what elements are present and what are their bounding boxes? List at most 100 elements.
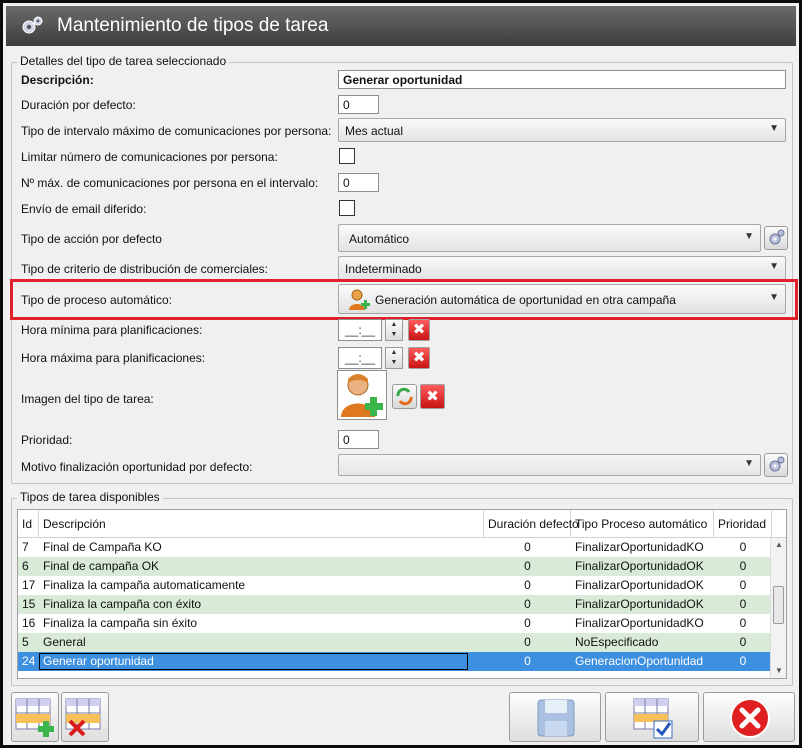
gear-icon: [769, 229, 785, 245]
cell-prio: 0: [739, 559, 747, 573]
cell-tipo: FinalizarOportunidadOK: [575, 597, 704, 611]
vertical-scrollbar[interactable]: ▲ ▼: [770, 538, 786, 678]
cell-prio: 0: [739, 635, 747, 649]
tipo-intervalo-value: Mes actual: [345, 124, 404, 138]
cell-desc: Finaliza la campaña con éxito: [43, 597, 202, 611]
delete-row-button[interactable]: [61, 692, 109, 742]
table-row[interactable]: 7 Final de Campaña KO 0 FinalizarOportunida…: [18, 538, 772, 557]
tipo-proceso-select[interactable]: Generación automática de oportunidad en …: [338, 284, 786, 314]
table-header: Id Descripción Duración defecto Tipo Pro…: [18, 510, 786, 538]
task-type-image: [337, 370, 387, 420]
cell-prio: 0: [739, 540, 747, 554]
cell-prio: 0: [739, 654, 747, 668]
cell-dur: 0: [524, 597, 531, 611]
chevron-down-icon: ▼: [769, 292, 779, 303]
cell-dur: 0: [524, 559, 531, 573]
cell-prio: 0: [739, 616, 747, 630]
spin-down-icon[interactable]: ▼: [386, 330, 402, 340]
cell-tipo: FinalizarOportunidadOK: [575, 559, 704, 573]
hora-min-field[interactable]: __:__: [338, 319, 382, 341]
tipo-criterio-label: Tipo de criterio de distribución de come…: [21, 262, 269, 276]
add-row-button[interactable]: [11, 692, 59, 742]
motivo-select[interactable]: ▼: [338, 454, 761, 476]
accept-button[interactable]: [605, 692, 699, 742]
tipo-intervalo-label: Tipo de intervalo máximo de comunicacion…: [21, 124, 332, 138]
tipo-proceso-value: Generación automática de oportunidad en …: [375, 293, 676, 307]
table-row[interactable]: 15 Finaliza la campaña con éxito 0 Finaliza…: [18, 595, 772, 614]
hora-max-clear-button[interactable]: ✖: [408, 347, 430, 369]
tipo-accion-select[interactable]: Automático ▼: [338, 224, 761, 252]
cell-dur: 0: [524, 635, 531, 649]
spin-up-icon[interactable]: ▲: [386, 320, 402, 330]
cell-tipo: NoEspecificado: [575, 635, 659, 649]
delete-row-icon: [65, 698, 101, 737]
tipo-intervalo-select[interactable]: Mes actual ▼: [338, 118, 786, 142]
tipo-proceso-label: Tipo de proceso automático:: [21, 293, 172, 307]
table-row[interactable]: 24 Generar oportunidad 0 GeneracionOportuni…: [18, 652, 772, 671]
envio-email-label: Envío de email diferido:: [21, 202, 147, 216]
delete-image-button[interactable]: ✖: [420, 384, 445, 409]
cell-desc: Finaliza la campaña sin éxito: [43, 616, 198, 630]
cell-prio: 0: [739, 597, 747, 611]
envio-email-checkbox[interactable]: [339, 200, 355, 216]
limitar-label: Limitar número de comunicaciones por per…: [21, 150, 278, 164]
tipo-criterio-select[interactable]: Indeterminado ▼: [338, 256, 786, 280]
tipo-accion-value: Automático: [349, 232, 410, 246]
user-add-icon: [349, 289, 370, 310]
window-title: Mantenimiento de tipos de tarea: [57, 15, 329, 36]
cell-id: 7: [22, 540, 29, 554]
cell-tipo: FinalizarOportunidadOK: [575, 578, 704, 592]
cell-id: 6: [22, 559, 29, 573]
column-prioridad[interactable]: Prioridad: [714, 510, 772, 538]
scroll-down-icon[interactable]: ▼: [771, 664, 786, 678]
refresh-image-button[interactable]: [392, 384, 417, 409]
table-row[interactable]: 16 Finaliza la campaña sin éxito 0 Finaliza…: [18, 614, 772, 633]
hora-max-field[interactable]: __:__: [338, 347, 382, 369]
spin-down-icon[interactable]: ▼: [386, 358, 402, 368]
descripcion-label: Descripción:: [21, 73, 94, 87]
prioridad-label: Prioridad:: [21, 433, 73, 447]
save-button[interactable]: [509, 692, 601, 742]
accept-icon: [633, 698, 673, 739]
limitar-checkbox[interactable]: [339, 148, 355, 164]
user-add-icon: [341, 374, 383, 417]
table-row[interactable]: 17 Finaliza la campaña automaticamente 0 Fi…: [18, 576, 772, 595]
num-max-label: Nº máx. de comunicaciones por persona en…: [21, 176, 319, 190]
table-row[interactable]: 5 General 0 NoEspecificado 0: [18, 633, 772, 652]
hora-max-spinner[interactable]: ▲ ▼: [385, 347, 403, 369]
duracion-label: Duración por defecto:: [21, 98, 136, 112]
chevron-down-icon: ▼: [769, 261, 779, 272]
motivo-settings-button[interactable]: [764, 453, 788, 477]
cell-id: 17: [22, 578, 36, 592]
num-max-field[interactable]: 0: [338, 173, 379, 192]
prioridad-field[interactable]: 0: [338, 430, 379, 449]
available-legend: Tipos de tarea disponibles: [17, 490, 163, 504]
refresh-icon: [396, 387, 413, 406]
column-duracion[interactable]: Duración defecto: [484, 510, 579, 538]
hora-max-label: Hora máxima para planificaciones:: [21, 351, 206, 365]
title-bar: Mantenimiento de tipos de tarea: [6, 6, 796, 46]
scroll-up-icon[interactable]: ▲: [771, 538, 786, 552]
cell-id: 16: [22, 616, 36, 630]
gear-icon: [769, 456, 785, 472]
descripcion-field[interactable]: Generar oportunidad: [338, 70, 786, 89]
add-row-icon: [15, 698, 54, 737]
cell-dur: 0: [524, 578, 531, 592]
gears-icon: [22, 16, 43, 34]
cell-tipo: FinalizarOportunidadKO: [575, 616, 704, 630]
cell-dur: 0: [524, 540, 531, 554]
tipo-accion-settings-button[interactable]: [764, 226, 788, 250]
scroll-thumb[interactable]: [773, 586, 784, 624]
column-tipo-proceso[interactable]: Tipo Proceso automático: [571, 510, 714, 538]
task-types-table: Id Descripción Duración defecto Tipo Pro…: [17, 509, 787, 679]
spin-up-icon[interactable]: ▲: [386, 348, 402, 358]
duracion-field[interactable]: 0: [338, 95, 379, 114]
cell-tipo: GeneracionOportunidad: [575, 654, 704, 668]
column-id[interactable]: Id: [18, 510, 39, 538]
column-descripcion[interactable]: Descripción: [39, 510, 484, 538]
cancel-button[interactable]: [703, 692, 795, 742]
table-row[interactable]: 6 Final de campaña OK 0 FinalizarOportunida…: [18, 557, 772, 576]
hora-min-label: Hora mínima para planificaciones:: [21, 323, 203, 337]
hora-min-spinner[interactable]: ▲ ▼: [385, 319, 403, 341]
hora-min-clear-button[interactable]: ✖: [408, 319, 430, 341]
